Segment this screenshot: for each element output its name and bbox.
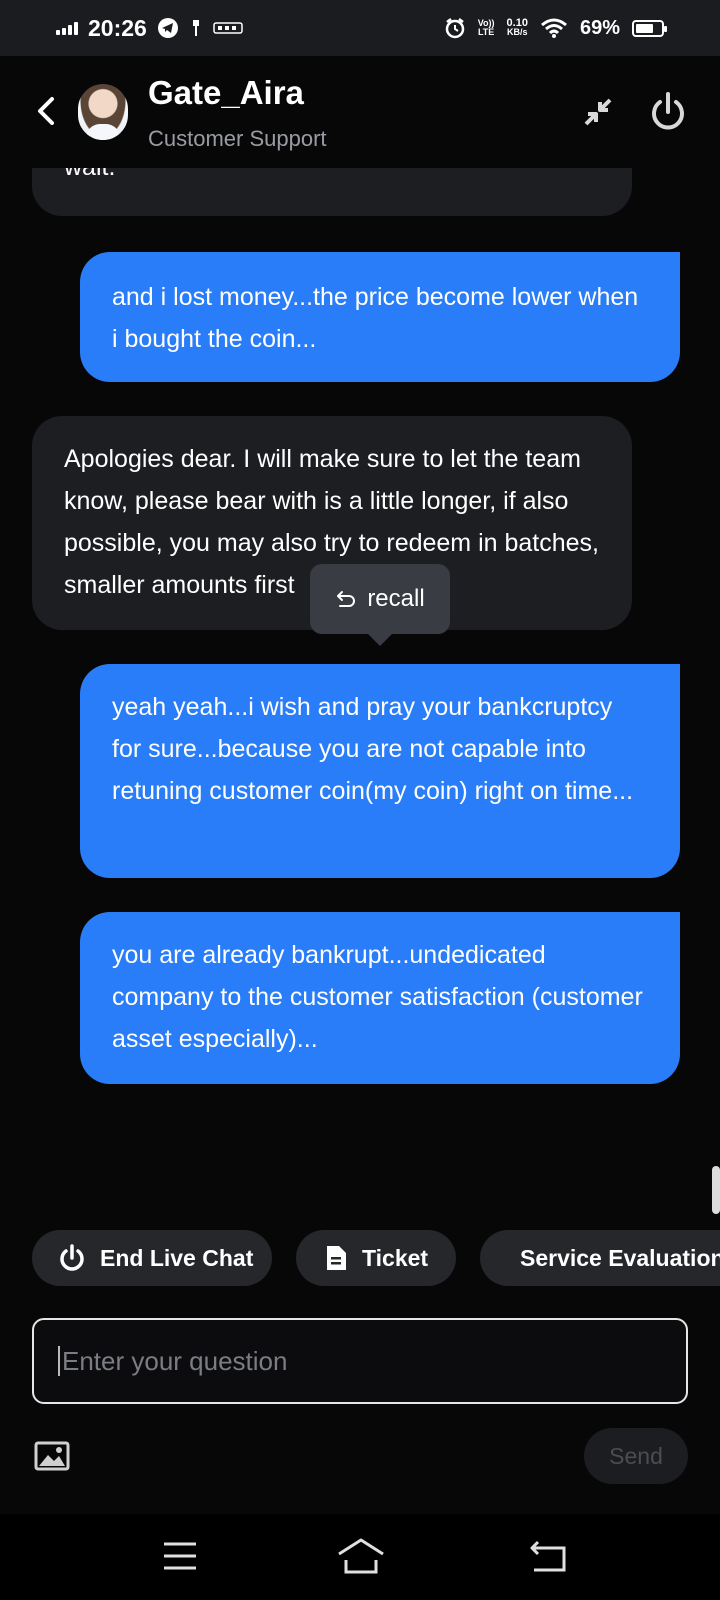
scrollbar[interactable] xyxy=(712,1166,720,1214)
end-live-chat-label: End Live Chat xyxy=(100,1244,254,1271)
status-time: 20:26 xyxy=(88,14,147,41)
image-icon xyxy=(34,1441,70,1471)
power-icon xyxy=(60,1244,84,1271)
alarm-icon xyxy=(445,18,464,39)
menu-icon xyxy=(164,1542,196,1570)
battery-percent: 69% xyxy=(579,16,620,39)
minimize-button[interactable] xyxy=(578,92,618,132)
back-button[interactable] xyxy=(28,86,64,136)
status-bar: 20:26 Vo)) LTE 0.10 KB/s 69% xyxy=(0,0,720,56)
message-user[interactable]: you are already bankrupt...undedicated c… xyxy=(80,912,680,1084)
message-agent[interactable]: wait. xyxy=(32,168,632,216)
app-notification-icon xyxy=(213,22,243,34)
avatar xyxy=(78,84,128,140)
network-speed: 0.10 KB/s xyxy=(506,17,528,37)
home-button[interactable] xyxy=(336,1534,386,1576)
attach-image-button[interactable] xyxy=(34,1440,70,1472)
chat-header: Gate_Aira Customer Support xyxy=(0,56,720,168)
home-icon xyxy=(338,1538,384,1574)
question-input-box[interactable] xyxy=(32,1318,688,1404)
system-nav-bar xyxy=(0,1514,720,1600)
back-arrow-icon xyxy=(530,1540,566,1572)
power-icon xyxy=(652,92,684,130)
ticket-label: Ticket xyxy=(362,1244,429,1271)
volte-indicator: Vo)) LTE xyxy=(477,18,495,37)
quick-actions: End Live Chat Ticket Service Evaluation xyxy=(0,1230,720,1286)
signal-icon xyxy=(56,21,78,35)
usb-icon xyxy=(192,20,199,36)
recall-button[interactable]: recall xyxy=(310,564,450,646)
recall-label: recall xyxy=(367,585,425,612)
message-user[interactable]: and i lost money...the price become lowe… xyxy=(80,252,680,382)
chat-screen: 20:26 Vo)) LTE 0.10 KB/s 69% Gate_Aira C… xyxy=(0,0,720,1600)
agent-name: Gate_Aira xyxy=(148,74,304,111)
ticket-button[interactable]: Ticket xyxy=(296,1230,456,1286)
end-session-button[interactable] xyxy=(648,90,688,134)
message-user[interactable]: yeah yeah...i wish and pray your bankcru… xyxy=(80,664,680,878)
service-evaluation-button[interactable]: Service Evaluation xyxy=(480,1230,720,1286)
telegram-icon xyxy=(157,18,178,38)
send-label: Send xyxy=(609,1442,663,1469)
document-icon xyxy=(327,1246,346,1270)
message-list[interactable]: wait. and i lost money...the price becom… xyxy=(0,168,720,1208)
undo-icon xyxy=(337,591,356,607)
chevron-left-icon xyxy=(38,97,54,125)
battery-icon xyxy=(632,19,667,37)
recent-apps-button[interactable] xyxy=(162,1540,198,1572)
wifi-icon xyxy=(541,18,567,38)
send-button[interactable]: Send xyxy=(584,1428,688,1484)
text-caret xyxy=(58,1346,60,1376)
end-live-chat-button[interactable]: End Live Chat xyxy=(32,1230,272,1286)
question-input[interactable] xyxy=(62,1345,686,1377)
agent-role: Customer Support xyxy=(148,126,327,151)
system-back-button[interactable] xyxy=(528,1538,568,1574)
collapse-arrows-icon xyxy=(584,98,612,126)
service-evaluation-label: Service Evaluation xyxy=(520,1244,720,1271)
